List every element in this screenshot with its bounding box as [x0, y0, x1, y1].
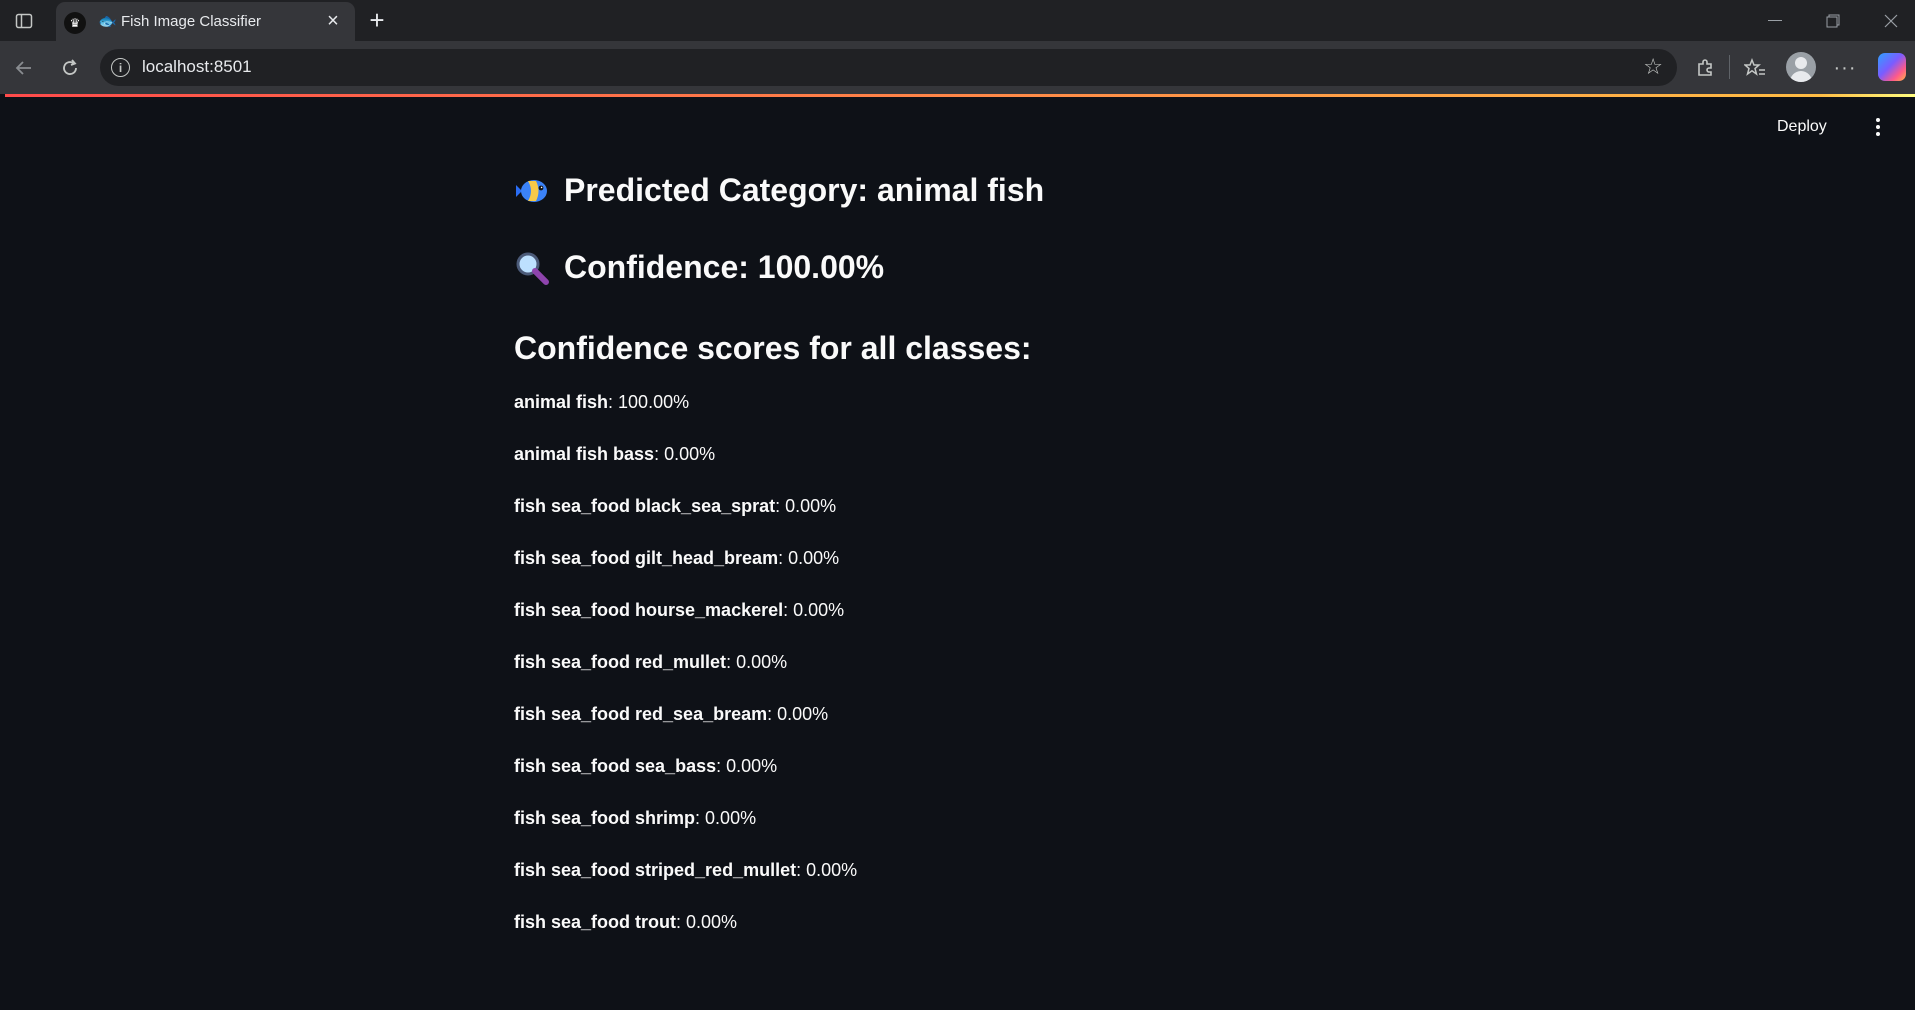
favorite-star-icon[interactable]: ☆	[1643, 54, 1663, 80]
address-bar[interactable]: i localhost:8501 ☆	[100, 49, 1677, 86]
score-row: fish sea_food hourse_mackerel: 0.00%	[514, 600, 844, 621]
score-row: fish sea_food sea_bass: 0.00%	[514, 756, 777, 777]
class-label: fish sea_food red_sea_bream	[514, 704, 768, 724]
class-label: fish sea_food striped_red_mullet	[514, 860, 797, 880]
predicted-category-heading: Predicted Category: animal fish	[514, 172, 1044, 209]
class-score: : 0.00%	[796, 860, 858, 880]
score-row: fish sea_food gilt_head_bream: 0.00%	[514, 548, 839, 569]
class-label: fish sea_food black_sea_sprat	[514, 496, 776, 516]
score-row: fish sea_food red_mullet: 0.00%	[514, 652, 787, 673]
class-score: : 0.00%	[654, 444, 716, 464]
class-score: : 0.00%	[783, 600, 845, 620]
class-label: fish sea_food sea_bass	[514, 756, 717, 776]
class-label: fish sea_food trout	[514, 912, 677, 932]
more-options-icon[interactable]: ···	[1830, 53, 1860, 83]
class-score: : 0.00%	[775, 496, 837, 516]
confidence-text: Confidence: 100.00%	[564, 249, 885, 285]
score-row: fish sea_food shrimp: 0.00%	[514, 808, 756, 829]
score-row: fish sea_food black_sea_sprat: 0.00%	[514, 496, 836, 517]
toolbar-separator	[1729, 55, 1730, 79]
class-label: animal fish	[514, 392, 609, 412]
copilot-icon[interactable]	[1878, 53, 1906, 81]
class-score: : 100.00%	[608, 392, 690, 412]
class-score: : 0.00%	[695, 808, 757, 828]
class-label: animal fish bass	[514, 444, 655, 464]
restore-icon[interactable]	[1813, 6, 1853, 36]
class-score: : 0.00%	[767, 704, 829, 724]
deploy-button[interactable]: Deploy	[1777, 118, 1827, 136]
fish-favicon-icon: 🐟	[98, 13, 117, 30]
url-text: localhost:8501	[142, 57, 252, 76]
magnifier-icon	[514, 250, 550, 286]
minimize-icon[interactable]	[1755, 6, 1795, 36]
predicted-category-text: Predicted Category: animal fish	[564, 172, 1045, 208]
favorites-icon[interactable]	[1740, 53, 1770, 83]
class-label: fish sea_food shrimp	[514, 808, 696, 828]
streamlit-crown-icon: ♛	[64, 12, 86, 34]
site-info-icon[interactable]: i	[111, 58, 130, 77]
new-tab-icon[interactable]: +	[363, 5, 391, 35]
class-score: : 0.00%	[778, 548, 840, 568]
class-label: fish sea_food gilt_head_bream	[514, 548, 779, 568]
score-row: fish sea_food striped_red_mullet: 0.00%	[514, 860, 857, 881]
browser-tab-active[interactable]: ♛ 🐟 Fish Image Classifier ×	[56, 2, 355, 41]
score-row: animal fish bass: 0.00%	[514, 444, 715, 465]
streamlit-app: Deploy Predicted Category: animal fish C…	[5, 94, 1915, 1010]
close-window-icon[interactable]	[1871, 6, 1911, 36]
back-arrow-icon[interactable]	[9, 53, 39, 83]
class-score: : 0.00%	[726, 652, 788, 672]
class-score: : 0.00%	[676, 912, 738, 932]
extensions-icon[interactable]	[1690, 53, 1720, 83]
tropical-fish-icon	[514, 173, 550, 209]
score-row: fish sea_food red_sea_bream: 0.00%	[514, 704, 828, 725]
browser-toolbar: i localhost:8501 ☆ ···	[0, 41, 1915, 94]
close-tab-icon[interactable]: ×	[321, 9, 345, 33]
main-menu-icon[interactable]	[1871, 116, 1885, 138]
score-row: fish sea_food trout: 0.00%	[514, 912, 737, 933]
class-label: fish sea_food hourse_mackerel	[514, 600, 784, 620]
class-score: : 0.00%	[716, 756, 778, 776]
sidebar-toggle-icon[interactable]	[12, 9, 36, 33]
score-row: animal fish: 100.00%	[514, 392, 689, 413]
reload-icon[interactable]	[55, 53, 85, 83]
browser-tab-bar: ♛ 🐟 Fish Image Classifier × +	[0, 0, 1915, 41]
tab-title: Fish Image Classifier	[121, 13, 262, 30]
class-label: fish sea_food red_mullet	[514, 652, 727, 672]
confidence-heading: Confidence: 100.00%	[514, 249, 884, 286]
header-accent-bar	[5, 94, 1915, 97]
profile-avatar-icon[interactable]	[1786, 52, 1816, 82]
scores-heading: Confidence scores for all classes:	[514, 330, 1032, 366]
